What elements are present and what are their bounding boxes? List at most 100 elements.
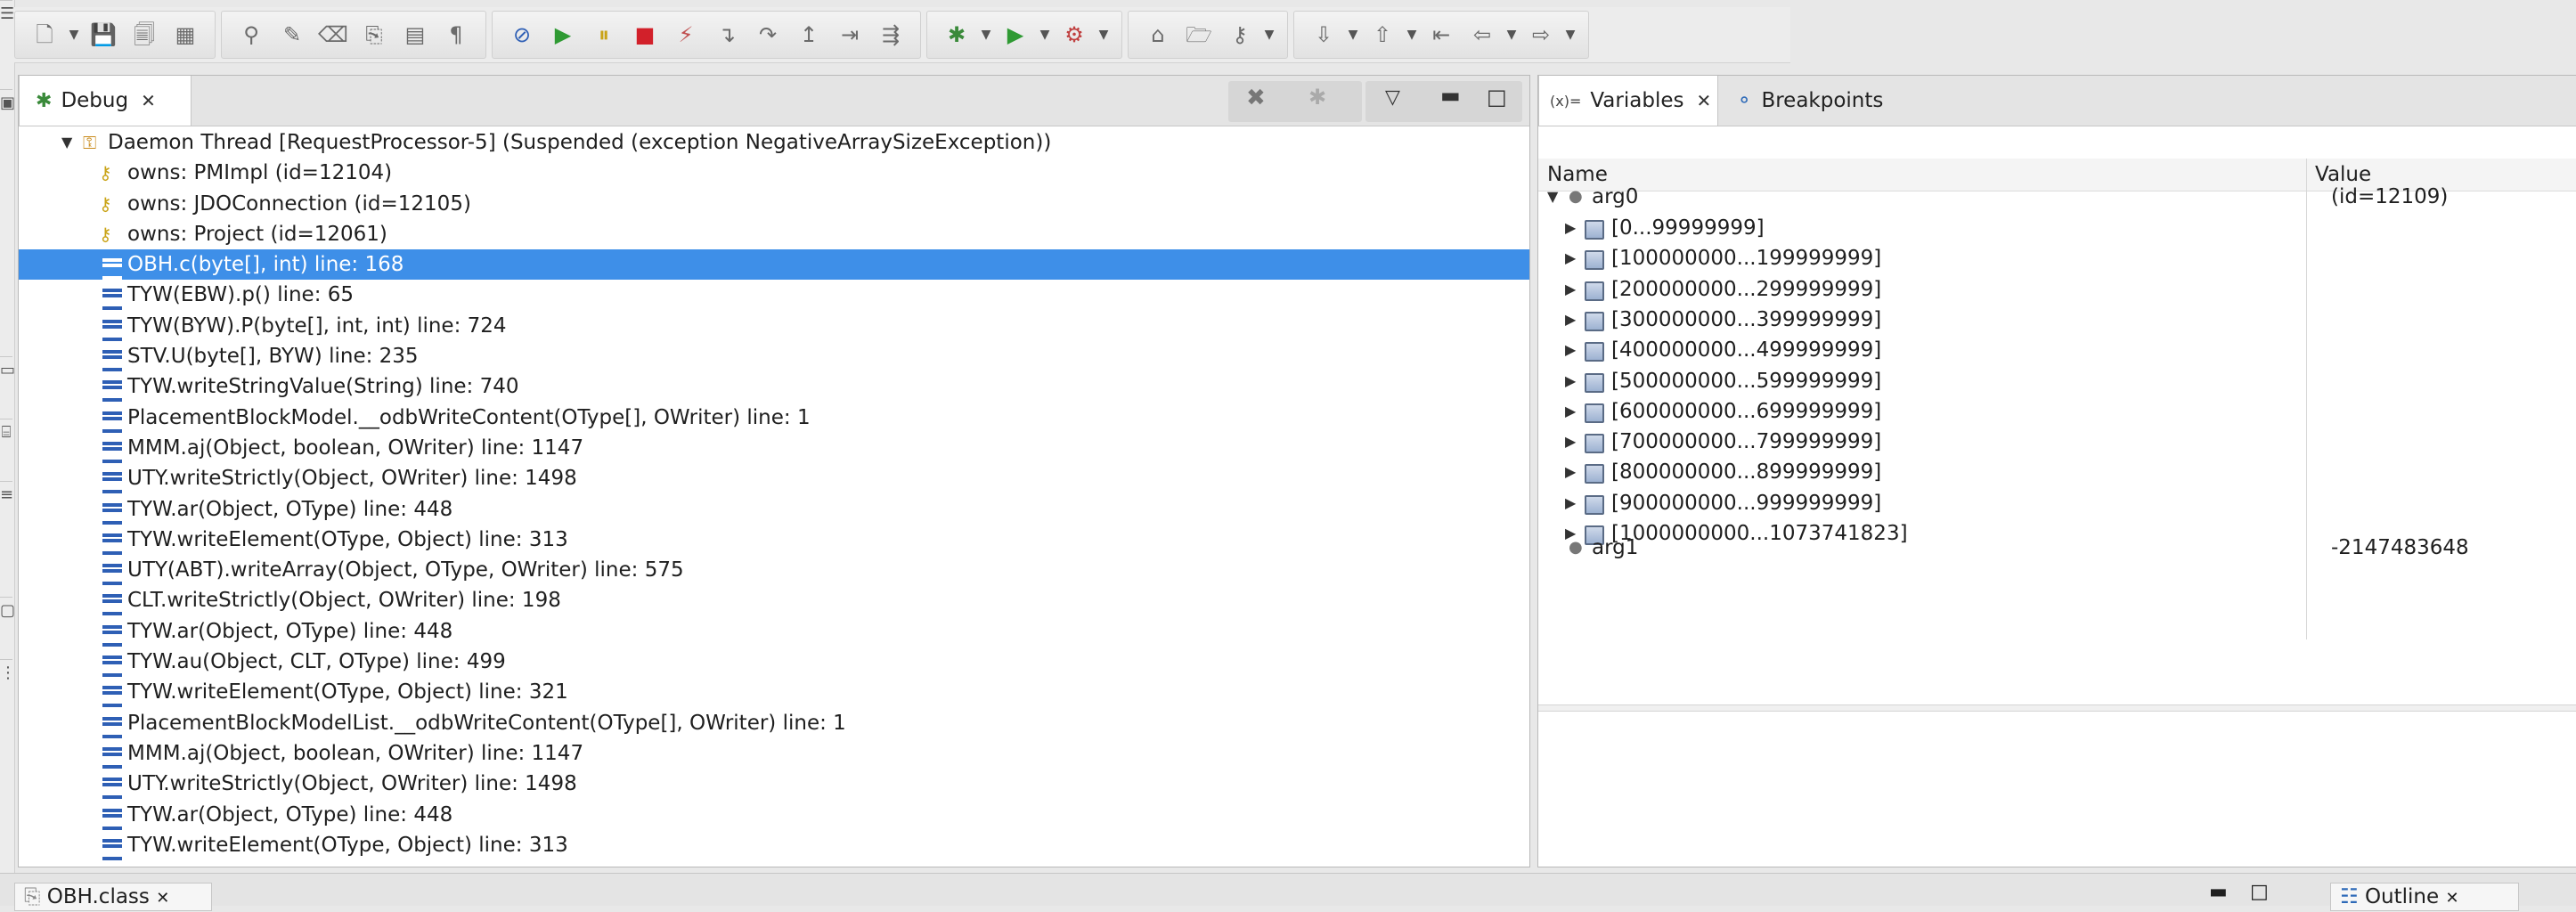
variable-row-arg0[interactable]: ▼ ● arg0 (id=12109) xyxy=(1538,182,2576,212)
back-button[interactable]: ⇦ xyxy=(1464,17,1500,53)
collapsed-twisty-icon[interactable]: ▶ xyxy=(1565,213,1576,243)
next-annotation-button[interactable]: ⇩ xyxy=(1306,17,1341,53)
tab-variables[interactable]: (x)= Variables ✕ xyxy=(1538,76,1718,126)
open-folder-button[interactable]: 🗁 xyxy=(1181,17,1217,53)
minimize-icon[interactable]: ▬ xyxy=(2209,881,2228,903)
details-pane-splitter[interactable] xyxy=(1538,704,2576,712)
collapsed-twisty-icon[interactable]: ▶ xyxy=(1565,274,1576,305)
tab-outline[interactable]: ☷ Outline ✕ xyxy=(2330,883,2519,911)
array-range-row[interactable]: ▶ [0...99999999] xyxy=(1538,213,2576,243)
stack-frame-row[interactable]: TYW.writeElement(OType, Object) line: 31… xyxy=(19,830,1529,860)
stack-frame-row[interactable]: MMM.aj(Object, boolean, OWriter) line: 1… xyxy=(19,738,1529,769)
collapsed-twisty-icon[interactable]: ▶ xyxy=(1565,305,1576,335)
chevron-down-icon[interactable]: ▼ xyxy=(1344,17,1362,53)
debug-button[interactable]: ✱ xyxy=(939,17,974,53)
stack-frame-row[interactable]: CLT.writeStrictly(Object, OWriter) line:… xyxy=(19,585,1529,616)
terminate-button[interactable]: ■ xyxy=(627,17,663,53)
step-over-button[interactable]: ↷ xyxy=(750,17,786,53)
stack-frame-row[interactable]: TYW.au(Object, CLT, OType) line: 499 xyxy=(19,647,1529,678)
trim-view-icon[interactable]: ⋮ xyxy=(0,659,16,687)
save-button[interactable]: 💾 xyxy=(86,17,121,53)
array-range-row[interactable]: ▶ [500000000...599999999] xyxy=(1538,366,2576,396)
collapsed-twisty-icon[interactable]: ▶ xyxy=(1565,457,1576,487)
array-range-row[interactable]: ▶ [800000000...899999999] xyxy=(1538,457,2576,487)
drop-to-frame-button[interactable]: ⇥ xyxy=(832,17,868,53)
last-edit-location-button[interactable]: ⇤ xyxy=(1423,17,1459,53)
stack-frame-row[interactable]: TYW.ar(Object, OType) line: 448 xyxy=(19,616,1529,647)
array-range-row[interactable]: ▶ [700000000...799999999] xyxy=(1538,427,2576,457)
remove-terminated-icon[interactable]: ✖ xyxy=(1246,85,1266,111)
disconnect-button[interactable]: ⚡ xyxy=(668,17,704,53)
copy-button[interactable]: ⎘ xyxy=(356,17,392,53)
array-range-row[interactable]: ▶ [400000000...499999999] xyxy=(1538,335,2576,365)
forward-button[interactable]: ⇨ xyxy=(1523,17,1559,53)
collapsed-twisty-icon[interactable]: ▶ xyxy=(1565,243,1576,273)
suspend-button[interactable]: ⏸ xyxy=(586,17,622,53)
chevron-down-icon[interactable]: ▼ xyxy=(1503,17,1520,53)
stack-frame-row[interactable]: TYW(EBW).p() line: 65 xyxy=(19,280,1529,311)
expanded-twisty-icon[interactable]: ▼ xyxy=(1547,182,1558,212)
monitor-row[interactable]: ⚷ owns: PMImpl (id=12104) xyxy=(19,158,1529,188)
stack-frame-row[interactable]: TYW.ar(Object, OType) line: 448 xyxy=(19,800,1529,830)
stack-frame-row[interactable]: UTY.writeStrictly(Object, OWriter) line:… xyxy=(19,769,1529,800)
resume-button[interactable]: ▶ xyxy=(545,17,581,53)
array-range-row[interactable]: ▶ [300000000...399999999] xyxy=(1538,305,2576,335)
thread-row[interactable]: ▼ ⚿ Daemon Thread [RequestProcessor-5] (… xyxy=(19,127,1529,158)
chevron-down-icon[interactable]: ▼ xyxy=(65,17,83,53)
trim-menu-icon[interactable]: ☰ xyxy=(0,0,14,28)
monitor-row[interactable]: ⚷ owns: JDOConnection (id=12105) xyxy=(19,189,1529,219)
array-range-row[interactable]: ▶ [200000000...299999999] xyxy=(1538,274,2576,305)
skip-breakpoints-button[interactable]: ⊘ xyxy=(504,17,540,53)
stack-frame-row[interactable]: MMM.aj(Object, boolean, OWriter) line: 1… xyxy=(19,433,1529,463)
search-button[interactable]: ⚷ xyxy=(1222,17,1258,53)
variable-row-arg1[interactable]: ● arg1 -2147483648 xyxy=(1538,533,2576,563)
external-tools-button[interactable]: ⚙ xyxy=(1056,17,1092,53)
stack-frame-row[interactable]: PlacementBlockModelList.__odbWriteConten… xyxy=(19,708,1529,738)
minimize-icon[interactable]: ▬ xyxy=(1440,83,1461,108)
stack-frame-row[interactable]: STV.U(byte[], BYW) line: 235 xyxy=(19,341,1529,372)
collapsed-twisty-icon[interactable]: ▶ xyxy=(1565,335,1576,365)
chevron-down-icon[interactable]: ▼ xyxy=(1403,17,1421,53)
stack-frame-row[interactable]: UTY(ABT).writeArray(Object, OType, OWrit… xyxy=(19,555,1529,586)
stack-frame-row[interactable]: OBH.c(byte[], int) line: 168 xyxy=(19,249,1529,281)
new-wizard-button[interactable]: 🗋 xyxy=(27,17,62,53)
build-button[interactable]: ▦ xyxy=(167,17,203,53)
expanded-twisty-icon[interactable]: ▼ xyxy=(61,127,72,158)
trim-package-icon[interactable]: ▣ xyxy=(0,89,15,117)
stack-frame-row[interactable]: TYW.writeElement(OType, Object) line: 32… xyxy=(19,677,1529,708)
chevron-down-icon[interactable]: ▼ xyxy=(1260,17,1278,53)
stack-frame-row[interactable]: UTY.writeStrictly(Object, OWriter) line:… xyxy=(19,463,1529,494)
stack-frame-row[interactable]: TYW.writeElement(OType, Object) line: 31… xyxy=(19,525,1529,555)
remove-all-icon[interactable]: ✱ xyxy=(1308,85,1326,110)
close-icon[interactable]: ✕ xyxy=(1696,90,1711,111)
clear-button[interactable]: ⌫ xyxy=(315,17,351,53)
step-return-button[interactable]: ↥ xyxy=(791,17,827,53)
toggle-breakpoint-button[interactable]: ⚲ xyxy=(233,17,269,53)
collapsed-twisty-icon[interactable]: ▶ xyxy=(1565,488,1576,518)
tab-breakpoints[interactable]: ⚬ Breakpoints xyxy=(1720,76,1899,126)
stack-frame-row[interactable]: TYW.writeStringValue(String) line: 740 xyxy=(19,371,1529,403)
chevron-down-icon[interactable]: ▼ xyxy=(977,17,995,53)
collapsed-twisty-icon[interactable]: ▶ xyxy=(1565,396,1576,427)
stack-frame-row[interactable]: TYW.ar(Object, OType) line: 448 xyxy=(19,494,1529,525)
maximize-icon[interactable]: □ xyxy=(2250,881,2269,903)
step-into-button[interactable]: ↴ xyxy=(709,17,745,53)
open-type-button[interactable]: ⌂ xyxy=(1140,17,1176,53)
paragraph-button[interactable]: ¶ xyxy=(438,17,474,53)
array-range-row[interactable]: ▶ [900000000...999999999] xyxy=(1538,488,2576,518)
tab-debug[interactable]: ✱ Debug ✕ xyxy=(19,76,192,126)
save-all-button[interactable]: 🗐 xyxy=(126,17,162,53)
use-step-filters-button[interactable]: ⇶ xyxy=(873,17,909,53)
paste-button[interactable]: ▤ xyxy=(397,17,433,53)
trim-view-icon[interactable]: ⌸ xyxy=(0,419,12,446)
collapsed-twisty-icon[interactable]: ▶ xyxy=(1565,366,1576,396)
view-menu-icon[interactable]: ▽ xyxy=(1385,86,1400,109)
array-range-row[interactable]: ▶ [100000000...199999999] xyxy=(1538,243,2576,273)
array-range-row[interactable]: ▶ [600000000...699999999] xyxy=(1538,396,2576,427)
chevron-down-icon[interactable]: ▼ xyxy=(1036,17,1054,53)
maximize-icon[interactable]: □ xyxy=(1487,85,1507,110)
chevron-down-icon[interactable]: ▼ xyxy=(1095,17,1113,53)
run-button[interactable]: ▶ xyxy=(998,17,1033,53)
stack-frame-row[interactable]: PlacementBlockModel.__odbWriteContent(OT… xyxy=(19,403,1529,433)
close-icon[interactable]: ✕ xyxy=(141,90,156,111)
